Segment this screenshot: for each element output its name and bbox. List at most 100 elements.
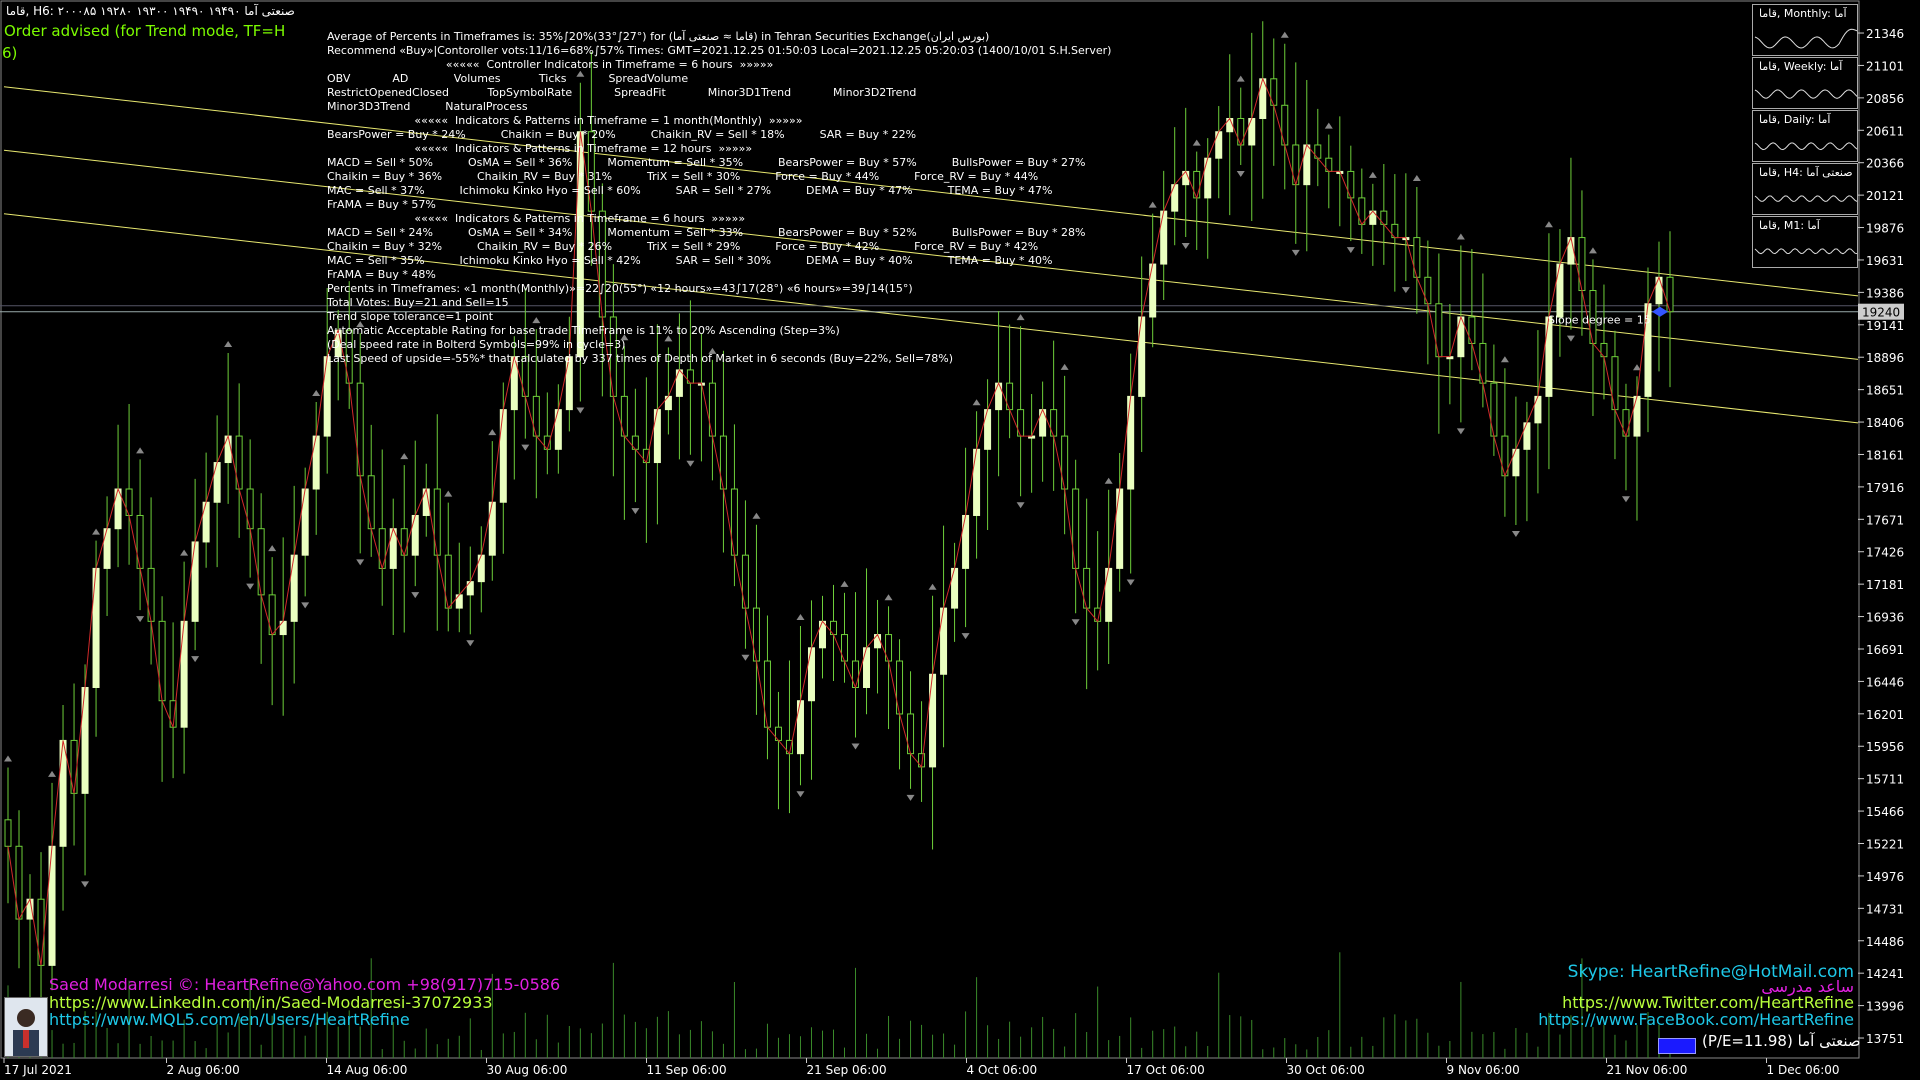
fractal-down-marker (686, 460, 695, 467)
x-tick-label: 4 Oct 06:00 (967, 1063, 1038, 1077)
fractal-down-marker (301, 602, 310, 609)
fractal-up-marker (48, 770, 57, 777)
fractal-up-marker (1544, 221, 1553, 228)
fractal-up-marker (1500, 356, 1509, 363)
y-tick-label: 16691 (1866, 643, 1904, 657)
fractal-down-marker (1511, 530, 1520, 537)
mql5-link[interactable]: https://www.MQL5.com/en/Users/HeartRefin… (49, 1010, 410, 1029)
info-line: Chaikin = Buy * 36% Chaikin_RV = Buy * 3… (327, 170, 1039, 183)
fractal-down-marker (906, 794, 915, 801)
y-tick-label: 13996 (1866, 1000, 1904, 1014)
fractal-up-marker (136, 447, 145, 454)
mini-chart-monthly[interactable]: قاما, Monthly: آما (1752, 4, 1858, 56)
sparkline-path (1754, 28, 1857, 49)
facebook-link[interactable]: https://www.FaceBook.com/HeartRefine (1538, 1010, 1854, 1029)
y-tick-label: 16936 (1866, 611, 1904, 625)
mini-sparkline (1754, 28, 1857, 49)
author-avatar (4, 997, 48, 1057)
fractal-down-marker (1126, 579, 1135, 586)
y-tick-label: 17181 (1866, 578, 1904, 592)
x-tick-label: 17 Jul 2021 (4, 1063, 72, 1077)
fractal-up-marker (224, 341, 233, 348)
fractal-up-marker (444, 490, 453, 497)
fractal-down-marker (356, 559, 365, 566)
y-tick-label: 14731 (1866, 902, 1904, 916)
info-line: ««««« Indicators & Patterns in Timeframe… (327, 142, 753, 155)
fractal-up-marker (1324, 122, 1333, 129)
sparkline-path (1754, 248, 1857, 255)
y-tick-label: 18651 (1866, 384, 1904, 398)
mini-sparkline (1754, 142, 1857, 151)
fractal-down-marker (246, 583, 255, 590)
fractal-up-marker (312, 389, 321, 396)
info-line: BearsPower = Buy * 24% Chaikin = Buy * 2… (327, 128, 917, 141)
fractal-up-marker (4, 755, 12, 762)
fractal-down-marker (631, 508, 640, 515)
info-line: FrAMA = Buy * 48% (327, 268, 436, 281)
fractal-up-marker (1368, 171, 1377, 178)
fractal-up-marker (1148, 201, 1157, 208)
fractal-up-marker (488, 429, 497, 436)
fractal-down-marker (1566, 335, 1575, 342)
fractal-up-marker (400, 453, 409, 460)
info-line: Percents in Timeframes: «1 month(Monthly… (327, 282, 913, 295)
info-line: Minor3D3Trend NaturalProcess (327, 100, 528, 113)
fractal-down-marker (1456, 428, 1465, 435)
chart-title: قاما, H6: صنعتی آما ۱۹۴۹۰ ۱۹۴۹۰ ۱۹۳۰۰ ۱۹… (6, 4, 295, 18)
credit-email: Saed Modarresi ©: HeartRefine@Yahoo.com … (49, 975, 561, 994)
x-tick-label: 9 Nov 06:00 (1447, 1063, 1520, 1077)
info-line: ««««« Indicators & Patterns in Timeframe… (327, 114, 803, 127)
fractal-down-marker (521, 444, 530, 451)
y-tick-label: 14241 (1866, 967, 1904, 981)
mini-chart-weekly[interactable]: قاما, Weekly: آما (1752, 57, 1858, 109)
person-icon (13, 1009, 39, 1056)
y-tick-label: 20121 (1866, 189, 1904, 203)
y-tick-label: 21101 (1866, 59, 1904, 73)
mini-chart-daily[interactable]: قاما, Daily: آما (1752, 110, 1858, 162)
mini-chart-h4[interactable]: قاما, H4: صنعتی آما (1752, 163, 1858, 215)
info-line: ««««« Indicators & Patterns in Timeframe… (327, 212, 746, 225)
mini-sparkline (1754, 195, 1857, 202)
info-line: RestrictOpenedClosed TopSymbolRate Sprea… (327, 86, 917, 99)
mini-chart-m1[interactable]: قاما, M1: آما (1752, 216, 1858, 268)
y-tick-label: 19876 (1866, 222, 1904, 236)
x-tick-label: 30 Aug 06:00 (487, 1063, 568, 1077)
order-advice-text: Order advised (for Trend mode, TF=H (4, 22, 286, 40)
info-line: MACD = Sell * 50% OsMA = Sell * 36% Mome… (327, 156, 1086, 169)
fractal-down-marker (961, 633, 970, 640)
fractal-up-marker (92, 528, 101, 535)
mini-sparkline (1754, 89, 1857, 99)
fractal-up-marker (1588, 247, 1597, 254)
y-tick-label: 14486 (1866, 935, 1904, 949)
fractal-down-marker (1236, 171, 1245, 178)
fractal-down-marker (851, 743, 860, 750)
y-tick-label: 15711 (1866, 773, 1904, 787)
y-tick-label: 16446 (1866, 675, 1904, 689)
info-line: Trend slope tolerance=1 point (327, 310, 494, 323)
fractal-up-marker (928, 583, 937, 590)
fractal-down-marker (796, 791, 805, 798)
y-tick-label: 19631 (1866, 254, 1904, 268)
info-line: Last Speed of upside=-55%* that calculat… (327, 352, 954, 365)
fractal-down-marker (1291, 249, 1300, 256)
candle-body (4, 819, 12, 847)
y-tick-label: 16201 (1866, 708, 1904, 722)
fractal-down-marker (81, 881, 90, 888)
info-line: OBV AD Volumes Ticks SpreadVolume (327, 72, 689, 85)
y-tick-label: 17916 (1866, 481, 1904, 495)
fractal-down-marker (576, 407, 585, 414)
y-tick-label: 17671 (1866, 513, 1904, 527)
last-price-label: 19240 (1862, 306, 1900, 320)
fractal-down-marker (466, 640, 475, 647)
info-line: Chaikin = Buy * 32% Chaikin_RV = Buy * 2… (327, 240, 1039, 253)
fractal-up-marker (840, 580, 849, 587)
sparkline-path (1754, 89, 1857, 99)
info-line: Total Votes: Buy=21 and Sell=15 (327, 296, 509, 309)
y-tick-label: 20856 (1866, 92, 1904, 106)
indicator-info-panel: Average of Percents in Timeframes is: 35… (327, 30, 1111, 366)
slope-label: Slope degree = 15 (1548, 314, 1651, 327)
fractal-up-marker (752, 512, 761, 519)
fractal-up-marker (180, 549, 189, 556)
x-tick-label: 14 Aug 06:00 (327, 1063, 408, 1077)
info-line: MAC = Sell * 37% Ichimoku Kinko Hyo = Se… (327, 184, 1053, 197)
